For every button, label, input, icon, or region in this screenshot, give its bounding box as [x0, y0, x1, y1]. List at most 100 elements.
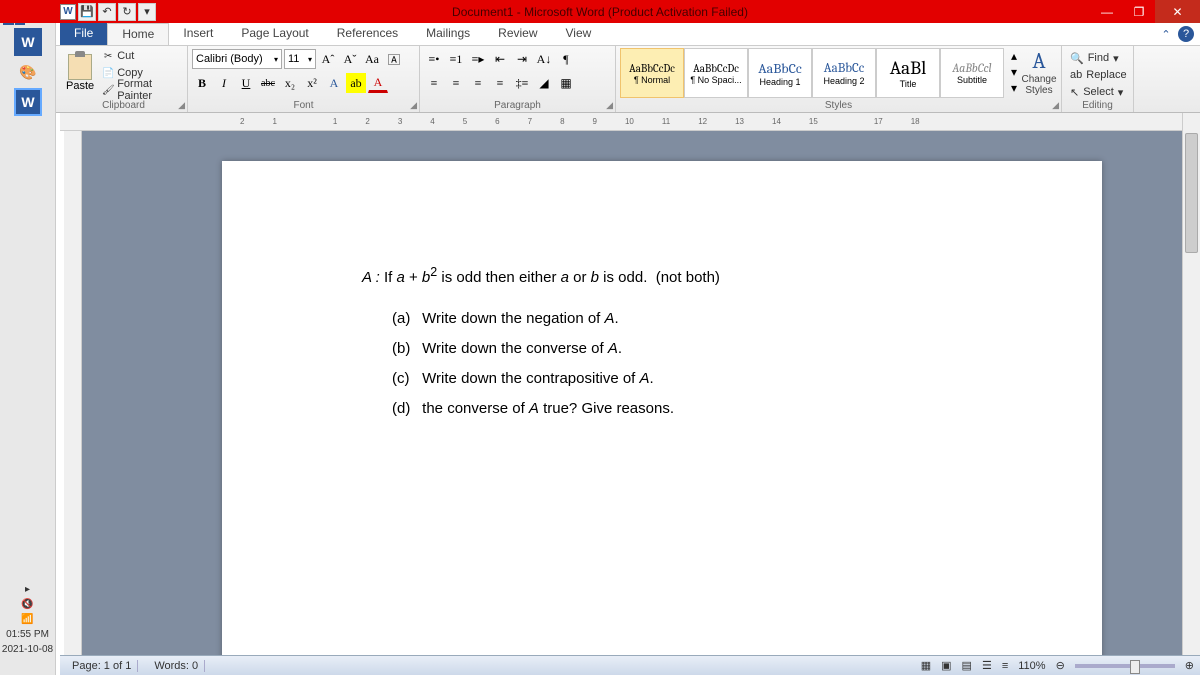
select-button[interactable]: ↖Select ▾ — [1070, 84, 1125, 100]
vertical-scrollbar[interactable] — [1182, 113, 1200, 655]
multilevel-button[interactable]: ≡▸ — [468, 49, 488, 69]
strike-button[interactable]: abc — [258, 73, 278, 93]
status-page[interactable]: Page: 1 of 1 — [66, 660, 138, 672]
zoom-out-button[interactable]: ⊖ — [1056, 659, 1065, 672]
tab-references[interactable]: References — [323, 23, 412, 45]
paragraph-launcher[interactable]: ◢ — [606, 100, 613, 111]
styles-launcher[interactable]: ◢ — [1052, 100, 1059, 111]
help-icon[interactable]: ? — [1178, 26, 1194, 42]
tab-insert[interactable]: Insert — [169, 23, 227, 45]
tray-date[interactable]: 2021-10-08 — [2, 644, 53, 655]
styles-group-label: Styles — [825, 100, 852, 111]
subscript-button[interactable]: x₂ — [280, 73, 300, 93]
view-full-screen-icon[interactable]: ▣ — [941, 659, 951, 672]
zoom-slider[interactable] — [1075, 664, 1175, 668]
tab-home[interactable]: Home — [107, 23, 169, 45]
scroll-thumb[interactable] — [1185, 133, 1198, 253]
decrease-indent-button[interactable]: ⇤ — [490, 49, 510, 69]
bold-button[interactable]: B — [192, 73, 212, 93]
superscript-button[interactable]: x² — [302, 73, 322, 93]
statusbar: Page: 1 of 1 Words: 0 ▦ ▣ ▤ ☰ ≡ 110% ⊖ ⊕ — [60, 655, 1200, 675]
justify-button[interactable]: ≡ — [490, 73, 510, 93]
font-color-button[interactable]: A — [368, 73, 388, 93]
page[interactable]: A : If a + b2 is odd then either a or b … — [222, 161, 1102, 655]
app-icon: W — [60, 4, 76, 20]
font-name-combo[interactable]: Calibri (Body) ▾ — [192, 49, 282, 69]
view-print-layout-icon[interactable]: ▦ — [921, 659, 931, 672]
zoom-level[interactable]: 110% — [1018, 660, 1045, 672]
style-heading2[interactable]: AaBbCcHeading 2 — [812, 48, 876, 98]
file-tab[interactable]: File — [60, 23, 107, 45]
cut-button[interactable]: ✂Cut — [99, 48, 183, 64]
tray-sound-icon[interactable]: 🔇 — [21, 599, 33, 610]
font-launcher[interactable]: ◢ — [410, 100, 417, 111]
style-no-spacing[interactable]: AaBbCcDc¶ No Spaci... — [684, 48, 748, 98]
style-normal[interactable]: AaBbCcDc¶ Normal — [620, 48, 684, 98]
underline-button[interactable]: U — [236, 73, 256, 93]
italic-button[interactable]: I — [214, 73, 234, 93]
find-button[interactable]: 🔍Find ▾ — [1070, 50, 1125, 66]
minimize-button[interactable]: — — [1091, 0, 1123, 23]
qat-redo[interactable]: ↻ — [118, 3, 136, 21]
tray-expand-icon[interactable]: ▸ — [25, 584, 30, 595]
titlebar: W 💾 ↶ ↻ ▾ Document1 - Microsoft Word (Pr… — [0, 0, 1200, 23]
tab-review[interactable]: Review — [484, 23, 551, 45]
style-subtitle[interactable]: AaBbCclSubtitle — [940, 48, 1004, 98]
clipboard-launcher[interactable]: ◢ — [178, 100, 185, 111]
align-right-button[interactable]: ≡ — [468, 73, 488, 93]
text-effects-button[interactable]: A — [324, 73, 344, 93]
paste-button[interactable]: Paste — [64, 48, 96, 98]
horizontal-ruler[interactable]: 211234567891011121314151718 — [60, 113, 1182, 131]
doc-list-item[interactable]: (a) Write down the negation of A. — [392, 305, 982, 332]
tab-page-layout[interactable]: Page Layout — [227, 23, 322, 45]
zoom-in-button[interactable]: ⊕ — [1185, 659, 1194, 672]
status-words[interactable]: Words: 0 — [148, 660, 205, 672]
increase-indent-button[interactable]: ⇥ — [512, 49, 532, 69]
taskbar-word-icon[interactable]: W — [14, 28, 42, 56]
view-draft-icon[interactable]: ≡ — [1002, 660, 1008, 672]
sort-button[interactable]: A↓ — [534, 49, 554, 69]
format-painter-button[interactable]: 🖌Format Painter — [99, 82, 183, 98]
maximize-button[interactable]: ❐ — [1123, 0, 1155, 23]
show-marks-button[interactable]: ¶ — [556, 49, 576, 69]
font-size-combo[interactable]: 11 ▾ — [284, 49, 316, 69]
qat-customize[interactable]: ▾ — [138, 3, 156, 21]
qat-save[interactable]: 💾 — [78, 3, 96, 21]
style-gallery[interactable]: AaBbCcDc¶ Normal AaBbCcDc¶ No Spaci... A… — [620, 48, 1018, 98]
shrink-font-button[interactable]: Aˇ — [340, 49, 360, 69]
font-group-label: Font — [293, 100, 313, 111]
editing-group-label: Editing — [1082, 100, 1113, 111]
shading-button[interactable]: ◢ — [534, 73, 554, 93]
view-outline-icon[interactable]: ☰ — [982, 659, 992, 672]
tab-mailings[interactable]: Mailings — [412, 23, 484, 45]
change-case-button[interactable]: Aa — [362, 49, 382, 69]
doc-list-item[interactable]: (b) Write down the converse of A. — [392, 335, 982, 362]
align-center-button[interactable]: ≡ — [446, 73, 466, 93]
tab-view[interactable]: View — [552, 23, 606, 45]
tray-time[interactable]: 01:55 PM — [6, 629, 49, 640]
doc-list-item[interactable]: (c) Write down the contrapositive of A. — [392, 365, 982, 392]
grow-font-button[interactable]: Aˆ — [318, 49, 338, 69]
line-spacing-button[interactable]: ‡≡ — [512, 73, 532, 93]
style-title[interactable]: AaBlTitle — [876, 48, 940, 98]
taskbar-paint-icon[interactable]: 🎨 — [14, 58, 42, 86]
page-content[interactable]: A : If a + b2 is odd then either a or b … — [342, 261, 982, 422]
replace-button[interactable]: abReplace — [1070, 67, 1125, 83]
paste-icon — [68, 54, 92, 80]
tray-network-icon[interactable]: 📶 — [21, 614, 33, 625]
clear-format-button[interactable]: 🄰 — [384, 49, 404, 69]
bullets-button[interactable]: ≡• — [424, 49, 444, 69]
numbering-button[interactable]: ≡1 — [446, 49, 466, 69]
minimize-ribbon-icon[interactable]: ⌃ — [1158, 26, 1174, 42]
view-web-icon[interactable]: ▤ — [962, 659, 972, 672]
doc-list-item[interactable]: (d) the converse of A true? Give reasons… — [392, 395, 982, 422]
style-heading1[interactable]: AaBbCcHeading 1 — [748, 48, 812, 98]
borders-button[interactable]: ▦ — [556, 73, 576, 93]
close-button[interactable]: ✕ — [1155, 0, 1200, 23]
change-styles-button[interactable]: A Change Styles — [1021, 48, 1057, 96]
align-left-button[interactable]: ≡ — [424, 73, 444, 93]
highlight-button[interactable]: ab — [346, 73, 366, 93]
taskbar-word-running-icon[interactable]: W — [14, 88, 42, 116]
vertical-ruler[interactable] — [64, 131, 82, 655]
qat-undo[interactable]: ↶ — [98, 3, 116, 21]
